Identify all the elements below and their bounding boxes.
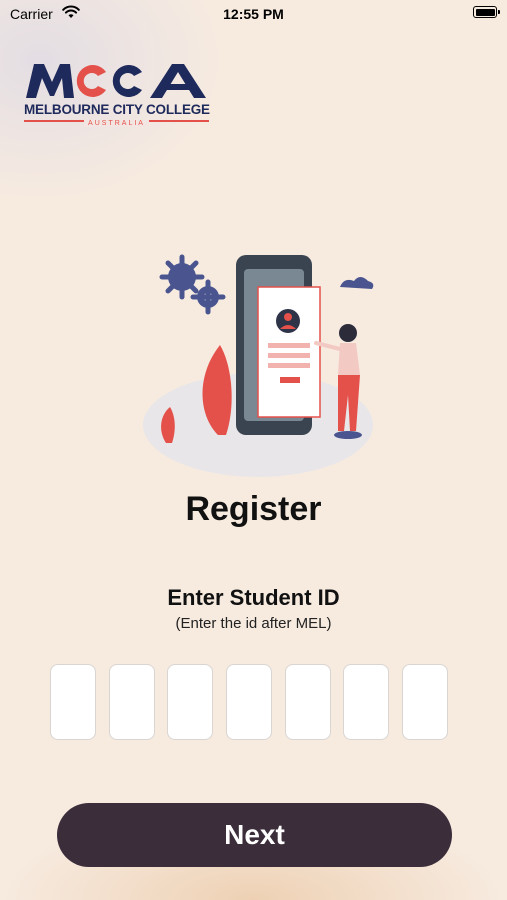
college-logo: MELBOURNE CITY COLLEGE AUSTRALIA — [24, 58, 210, 130]
form-card — [257, 286, 321, 418]
logo-mark — [26, 64, 206, 98]
next-button[interactable]: Next — [57, 803, 452, 867]
student-id-label: Enter Student ID — [167, 585, 340, 610]
student-id-digit-4[interactable] — [226, 664, 272, 740]
registration-illustration — [143, 254, 374, 477]
status-bar: Carrier 12:55 PM — [0, 0, 507, 28]
student-id-hint: (Enter the id after MEL) — [175, 615, 332, 632]
clock: 12:55 PM — [223, 6, 284, 22]
student-id-input-group — [50, 664, 450, 742]
student-id-digit-7[interactable] — [402, 664, 448, 740]
student-id-digit-2[interactable] — [109, 664, 155, 740]
page-title: Register — [185, 490, 322, 528]
student-id-digit-3[interactable] — [167, 664, 213, 740]
student-id-digit-5[interactable] — [285, 664, 331, 740]
logo-country: AUSTRALIA — [24, 120, 209, 127]
battery-icon — [473, 6, 500, 18]
logo-college-name: MELBOURNE CITY COLLEGE — [24, 102, 210, 117]
cloud-icon — [340, 277, 374, 289]
student-id-digit-1[interactable] — [50, 664, 96, 740]
student-id-digit-6[interactable] — [343, 664, 389, 740]
